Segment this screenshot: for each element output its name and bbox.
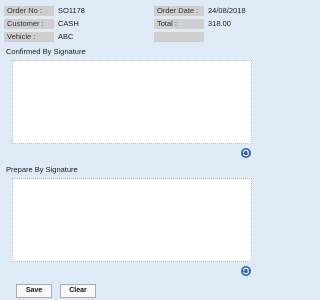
total-value: 318.00 [208, 19, 231, 28]
save-button[interactable]: Save [16, 284, 52, 298]
empty-info-cell [154, 32, 204, 42]
clear-button[interactable]: Clear [60, 284, 96, 298]
confirmed-refresh-icon[interactable] [241, 148, 251, 158]
prepare-signature-label: Prepare By Signature [6, 165, 78, 174]
customer-label: Customer : [4, 19, 54, 29]
order-date-value: 24/08/2018 [208, 6, 246, 15]
customer-value: CASH [58, 19, 79, 28]
prepare-refresh-icon[interactable] [241, 266, 251, 276]
total-label: Total : [154, 19, 204, 29]
confirmed-signature-pad[interactable] [12, 60, 252, 144]
order-no-value: SO1178 [58, 6, 85, 15]
order-no-label: Order No : [4, 6, 54, 16]
confirmed-signature-label: Confirmed By Signature [6, 47, 86, 56]
vehicle-label: Vehicle : [4, 32, 54, 42]
order-date-label: Order Date : [154, 6, 204, 16]
vehicle-value: ABC [58, 32, 74, 41]
prepare-signature-pad[interactable] [12, 178, 252, 262]
